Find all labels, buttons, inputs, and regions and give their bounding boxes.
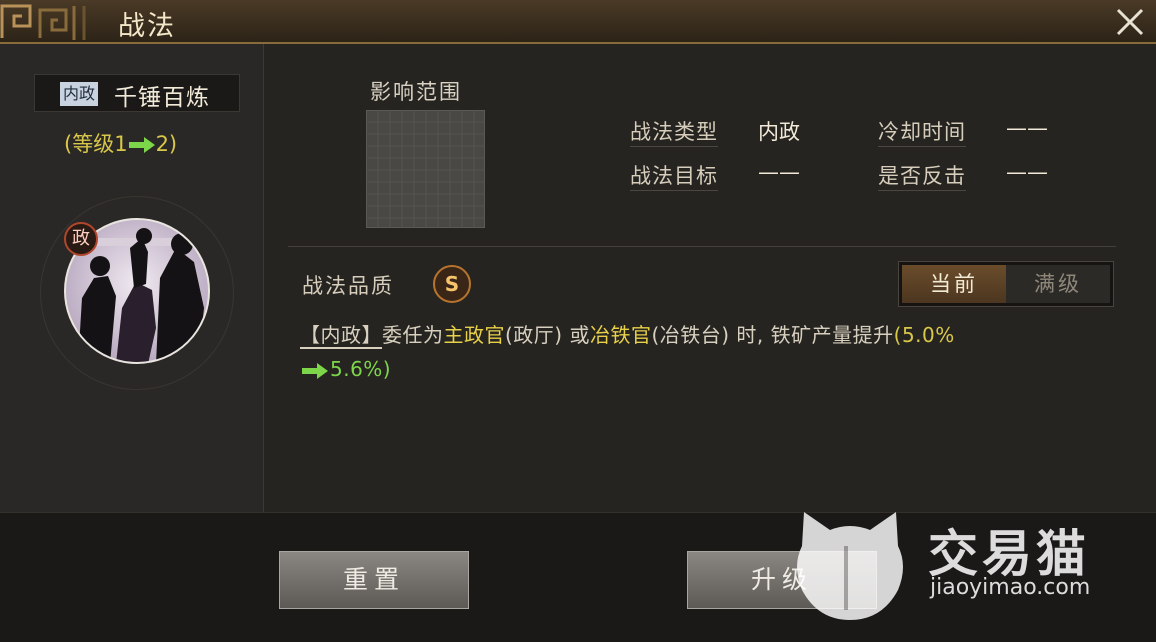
- description-text: (政厅) 或: [505, 323, 590, 347]
- description-tag: 【内政】: [300, 323, 382, 349]
- divider: [288, 246, 1116, 247]
- description-keyword: 冶铁官: [589, 323, 652, 347]
- skill-description: 【内政】委任为主政官(政厅) 或冶铁官(冶铁台) 时, 铁矿产量提升(5.0% 5…: [300, 318, 1120, 386]
- skill-target-value: ——: [758, 160, 800, 184]
- quality-label: 战法品质: [302, 274, 394, 298]
- counterattack-label: 是否反击: [878, 160, 966, 191]
- arrow-right-icon: [128, 137, 155, 153]
- cooldown-label: 冷却时间: [878, 116, 966, 147]
- skill-type-value: 内政: [758, 120, 800, 144]
- watermark-url: jiaoyimao.com: [930, 575, 1091, 600]
- skill-type-label: 战法类型: [630, 116, 718, 147]
- tab-max-level[interactable]: 满级: [1006, 265, 1110, 303]
- counterattack-value: ——: [1006, 160, 1048, 184]
- close-icon[interactable]: [1112, 4, 1148, 40]
- value-from: (5.0%: [893, 323, 955, 347]
- skill-name: 千锤百炼: [114, 85, 210, 111]
- skill-target-label: 战法目标: [630, 160, 718, 191]
- range-grid: [366, 110, 485, 228]
- title-ornament-icon: [0, 4, 86, 40]
- arrow-right-icon: [302, 362, 328, 379]
- value-to: 5.6%): [330, 357, 392, 381]
- level-to: 2): [155, 132, 178, 156]
- description-keyword: 主政官: [443, 323, 505, 347]
- cooldown-value: ——: [1006, 116, 1048, 140]
- range-label: 影响范围: [370, 80, 462, 104]
- portrait-badge: 政: [64, 222, 98, 256]
- level-from: (等级1: [64, 132, 128, 156]
- quality-grade-badge: S: [433, 265, 471, 303]
- reset-button[interactable]: 重置: [279, 551, 469, 609]
- window-title: 战法: [118, 11, 176, 42]
- skill-category-tag: 内政: [60, 82, 99, 106]
- description-text: 委任为: [382, 323, 444, 347]
- description-text: (冶铁台) 时, 铁矿产量提升: [651, 323, 894, 347]
- watermark-cat-logo-icon: [797, 512, 903, 620]
- tab-current[interactable]: 当前: [902, 265, 1006, 303]
- skill-level: (等级1 2): [64, 128, 177, 158]
